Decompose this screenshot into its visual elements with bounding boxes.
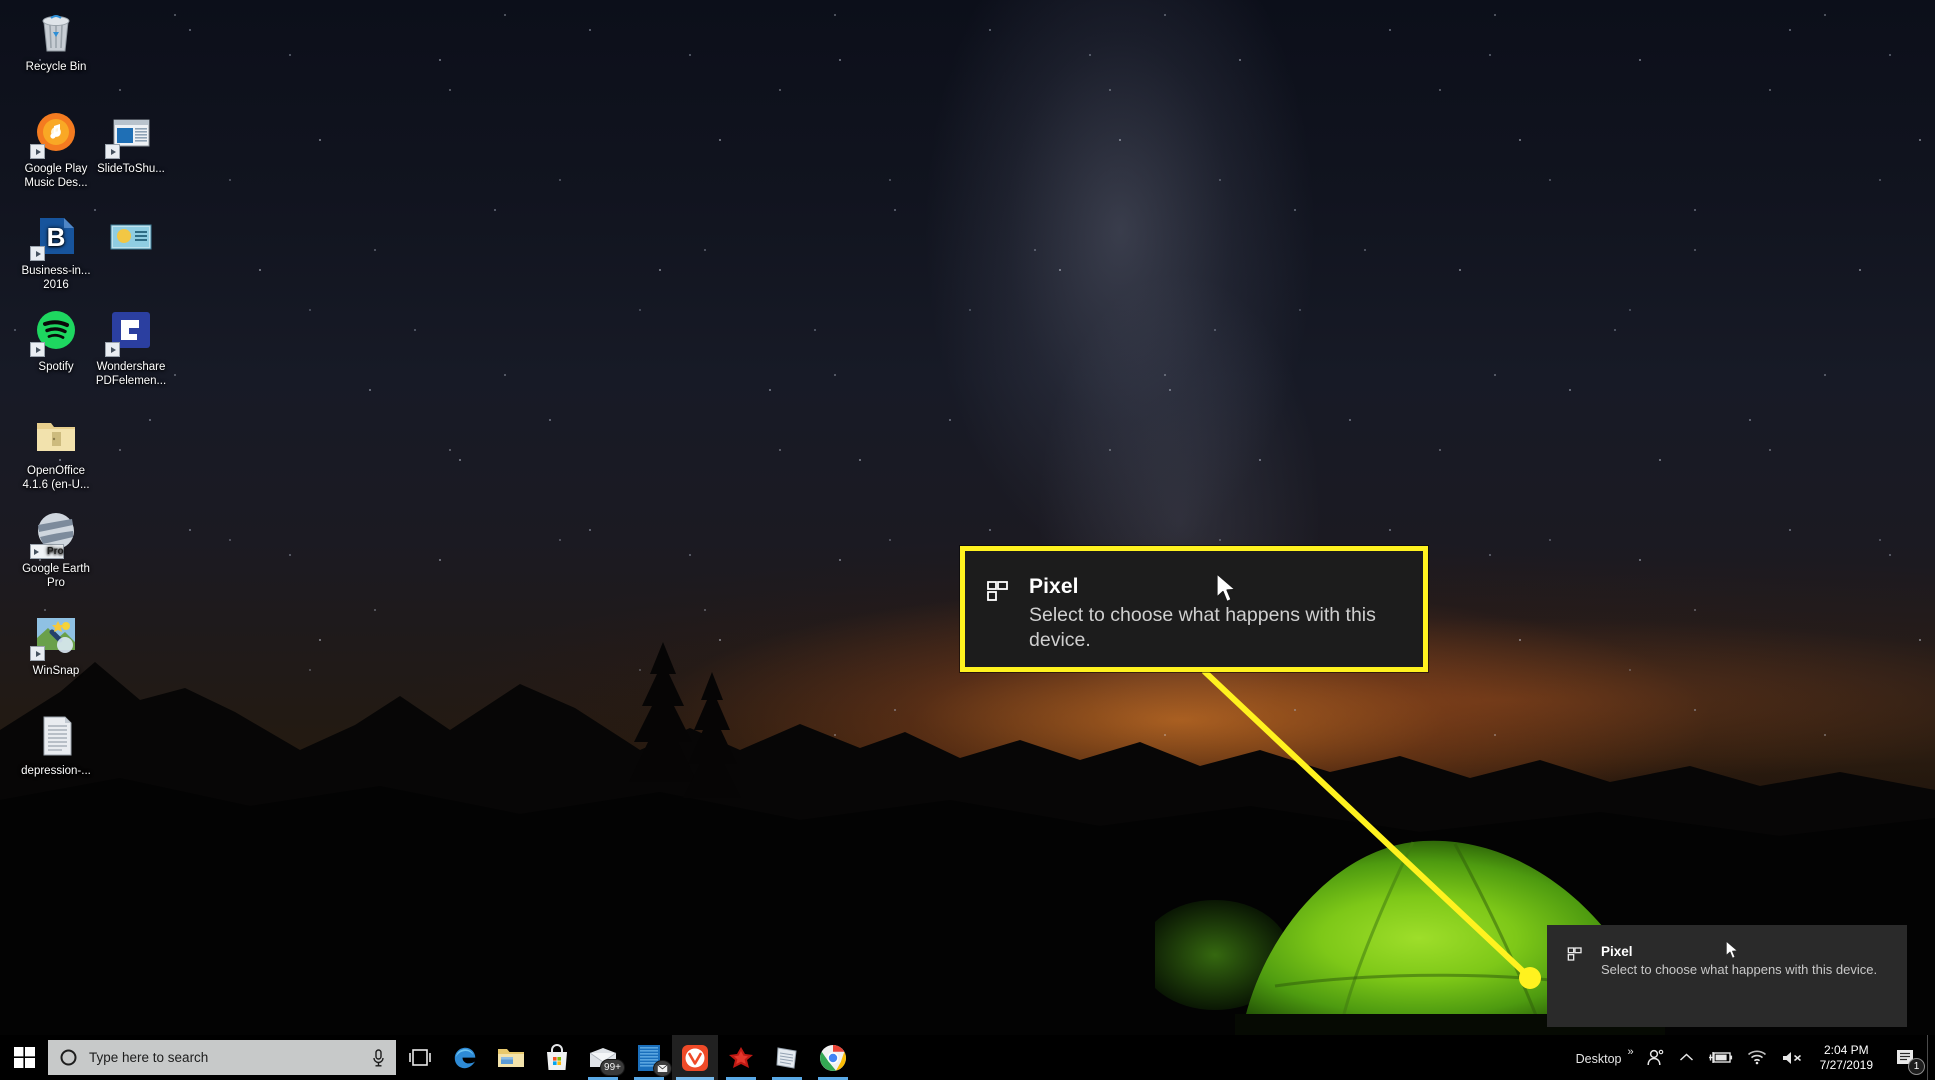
teal-app-icon [107,212,155,260]
tray-show-hidden-icons-button[interactable] [1672,1035,1701,1080]
windows-logo-icon [13,1047,35,1068]
google-earth-icon: Pro [30,510,80,559]
desktop-icon-label: depression-... [21,765,91,777]
desktop-icon-label: Business-in... 2016 [21,265,91,291]
device-grid-icon [983,579,1013,603]
person-icon [1646,1048,1665,1067]
winsnap-icon [30,612,80,661]
desktop-icon-grid: Recycle Bin Google Play Music Des... Sli… [0,0,1935,1080]
taskbar-app-microsoft-store[interactable] [534,1035,580,1080]
action-center-count-badge: 1 [1908,1058,1925,1075]
taskbar-app-notepad[interactable] [764,1035,810,1080]
desktop-icon-teal-utility[interactable] [83,212,179,265]
taskbar-app-photo-editor[interactable] [718,1035,764,1080]
toast-body: Pixel Select to choose what happens with… [1601,944,1893,978]
arrow-cursor [1725,940,1740,961]
taskbar-app-file-explorer[interactable] [488,1035,534,1080]
microphone-icon[interactable] [371,1048,386,1067]
clock-date: 7/27/2019 [1819,1057,1873,1072]
desktop-icon-label: Recycle Bin [25,61,87,73]
mail-unread-badge: 99+ [600,1059,625,1076]
tray-desktop-label: Desktop [1575,1051,1622,1066]
taskbar-app-chrome[interactable] [810,1035,856,1080]
tray-people-button[interactable] [1639,1035,1672,1080]
taskbar-app-edge[interactable] [442,1035,488,1080]
notification-callout-magnified[interactable]: Pixel Select to choose what happens with… [960,546,1428,672]
toast-subtitle: Select to choose what happens with this … [1601,962,1878,977]
play-music-icon [30,110,80,159]
tray-clock[interactable]: 2:04 PM 7/27/2019 [1810,1035,1885,1080]
svg-text:B: B [47,222,66,252]
arrow-cursor [1215,573,1239,605]
shortcut-overlay-icon [30,246,45,261]
recycle-bin-icon [32,8,80,56]
pdfelement-icon [105,308,155,357]
taskbar-app-skype[interactable] [626,1035,672,1080]
desktop-icon-openoffice[interactable]: OpenOffice 4.1.6 (en-U... [8,412,104,492]
desktop-icon-label: WinSnap [32,665,80,677]
wifi-icon [1747,1050,1767,1065]
search-input[interactable]: Type here to search [48,1040,396,1075]
desktop-screen: Recycle Bin Google Play Music Des... Sli… [0,0,1935,1080]
skype-message-badge [653,1060,672,1077]
start-button[interactable] [0,1035,48,1080]
show-desktop-button[interactable] [1927,1035,1935,1080]
desktop-icon-label: Google Earth Pro [22,563,90,589]
vivaldi-icon [681,1044,709,1072]
shortcut-overlay-icon [30,144,45,159]
tray-overflow-chevrons[interactable]: » [1625,1046,1638,1058]
folder-icon [32,412,80,460]
red-splash-icon [727,1045,755,1071]
notification-toast[interactable]: Pixel Select to choose what happens with… [1547,925,1907,1027]
speaker-muted-icon [1781,1050,1803,1066]
system-tray: Desktop » 2:04 PM 7/27/2019 1 [1566,1035,1935,1080]
store-bag-icon [544,1043,570,1072]
desktop-icon-recycle-bin[interactable]: Recycle Bin [8,8,104,75]
tray-battery-button[interactable] [1701,1035,1740,1080]
notepad-icon [774,1045,800,1071]
pro-badge-label: Pro [47,545,64,557]
blue-b-icon: B [30,212,80,261]
shortcut-overlay-icon [30,342,45,357]
document-icon [32,712,80,760]
desktop-icon-google-earth-pro[interactable]: Pro Google Earth Pro [8,510,104,590]
taskbar-app-mail[interactable]: 99+ [580,1035,626,1080]
task-view-icon [409,1048,431,1067]
folder-icon [497,1045,525,1071]
tray-volume-button[interactable] [1774,1035,1810,1080]
battery-charging-icon [1708,1050,1733,1065]
search-placeholder-text: Type here to search [89,1050,209,1065]
cortana-circle-icon [60,1049,77,1066]
desktop-icon-wondershare-pdfelement[interactable]: Wondershare PDFelemen... [83,308,179,388]
device-grid-icon [1565,946,1585,962]
desktop-icon-label: SlideToShu... [97,163,165,175]
edge-icon [451,1044,479,1072]
action-center-button[interactable]: 1 [1885,1035,1927,1080]
desktop-icon-label: Wondershare PDFelemen... [95,361,167,387]
taskbar-app-vivaldi[interactable] [672,1035,718,1080]
toast-title: Pixel [1601,944,1633,959]
spotify-icon [30,308,80,357]
clock-time: 2:04 PM [1823,1042,1869,1057]
window-icon [105,110,155,159]
desktop-icon-depression-document[interactable]: depression-... [8,712,104,779]
shortcut-overlay-icon [30,646,45,661]
shortcut-overlay-icon [105,144,120,159]
chevron-up-icon [1679,1052,1694,1063]
tray-network-button[interactable] [1740,1035,1774,1080]
desktop-icon-label: OpenOffice 4.1.6 (en-U... [22,465,90,491]
desktop-icon-winsnap[interactable]: WinSnap [8,612,104,679]
callout-subtitle: Select to choose what happens with this … [1029,604,1376,651]
chrome-icon [819,1044,847,1072]
taskbar: Type here to search 99+ Desktop » 2:04 P… [0,1035,1935,1080]
desktop-icon-slidetoshutdown[interactable]: SlideToShu... [83,110,179,177]
shortcut-overlay-icon [105,342,120,357]
task-view-button[interactable] [398,1035,442,1080]
